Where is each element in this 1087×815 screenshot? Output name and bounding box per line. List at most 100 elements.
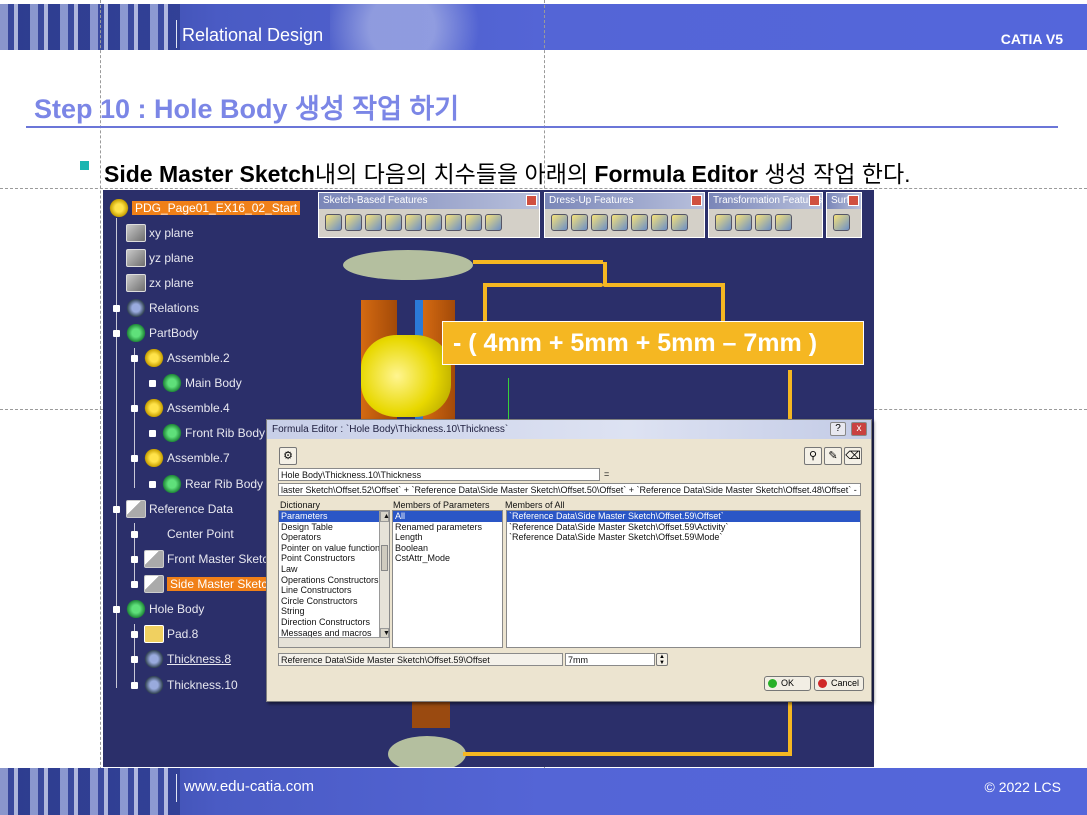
tree-item-zx-plane[interactable]: zx plane [126, 274, 194, 292]
scroll-up-icon[interactable]: ▲ [380, 511, 389, 522]
tree-item-center-point[interactable]: Center Point [144, 525, 234, 543]
mirror-icon[interactable] [735, 214, 752, 231]
pad-icon[interactable] [325, 214, 342, 231]
tree-item-assemble-2[interactable]: Assemble.2 [144, 349, 230, 367]
list-item[interactable]: Law [279, 564, 389, 575]
tree-item-thickness-8[interactable]: Thickness.8 [144, 650, 231, 668]
expand-icon[interactable] [131, 455, 138, 462]
thickness-icon[interactable] [631, 214, 648, 231]
tree-item-partbody[interactable]: PartBody [126, 324, 198, 342]
tree-item-yz-plane[interactable]: yz plane [126, 249, 194, 267]
expand-icon[interactable] [131, 656, 138, 663]
fillet-icon[interactable] [551, 214, 568, 231]
close-icon[interactable] [691, 195, 702, 206]
expand-icon[interactable] [131, 355, 138, 362]
list-item[interactable]: Renamed parameters [393, 522, 502, 533]
expand-icon[interactable] [131, 405, 138, 412]
shaft-icon[interactable] [365, 214, 382, 231]
list-item[interactable]: Design Table [279, 522, 389, 533]
tree-item-pad-8[interactable]: Pad.8 [144, 625, 198, 643]
list-item[interactable]: Line Constructors [279, 585, 389, 596]
members-all-list[interactable]: `Reference Data\Side Master Sketch\Offse… [506, 510, 861, 648]
remove-face-icon[interactable] [671, 214, 688, 231]
tree-root[interactable]: PDG_Page01_EX16_02_Start [109, 199, 301, 217]
expand-icon[interactable] [113, 330, 120, 337]
pocket-icon[interactable] [345, 214, 362, 231]
slot-icon[interactable] [425, 214, 442, 231]
close-icon[interactable] [809, 195, 820, 206]
list-item[interactable]: `Reference Data\Side Master Sketch\Offse… [507, 511, 860, 522]
scroll-thumb[interactable] [381, 545, 388, 571]
dictionary-scrollbar[interactable]: ▲ ▼ [379, 511, 389, 639]
tree-item-xy-plane[interactable]: xy plane [126, 224, 194, 242]
toolbar-surface[interactable]: Surf... [826, 192, 862, 238]
expand-icon[interactable] [131, 531, 138, 538]
list-item[interactable]: Operations Constructors [279, 575, 389, 586]
list-item[interactable]: Pointer on value function [279, 543, 389, 554]
expand-icon[interactable] [149, 380, 156, 387]
spinner-icon[interactable]: ▲ ▼ [656, 653, 668, 666]
list-item[interactable]: `Reference Data\Side Master Sketch\Offse… [507, 522, 860, 533]
toolbar-sketch-based[interactable]: Sketch-Based Features [318, 192, 540, 238]
orange-base[interactable] [412, 698, 450, 728]
tree-item-reference-data[interactable]: Reference Data [126, 500, 233, 518]
list-item[interactable]: Circle Constructors [279, 596, 389, 607]
expand-icon[interactable] [113, 506, 120, 513]
expand-icon[interactable] [149, 481, 156, 488]
scaling-icon[interactable] [775, 214, 792, 231]
tree-item-front-rib-body[interactable]: Front Rib Body [162, 424, 265, 442]
tree-item-side-master-sketch[interactable]: Side Master Sketch [144, 575, 278, 593]
close-icon[interactable] [526, 195, 537, 206]
expand-icon[interactable] [149, 430, 156, 437]
list-item[interactable]: `Reference Data\Side Master Sketch\Offse… [507, 532, 860, 543]
dictionary-hscrollbar[interactable] [279, 637, 389, 647]
members-params-list[interactable]: All Renamed parameters Length Boolean Cs… [392, 510, 503, 648]
rib-icon[interactable] [405, 214, 422, 231]
shell-icon[interactable] [611, 214, 628, 231]
chamfer-icon[interactable] [571, 214, 588, 231]
list-item[interactable]: Point Constructors [279, 553, 389, 564]
tree-item-assemble-7[interactable]: Assemble.7 [144, 449, 230, 467]
ok-button[interactable]: OK [764, 676, 811, 691]
selected-value-field[interactable]: 7mm [565, 653, 655, 666]
footer-url[interactable]: www.edu-catia.com [184, 778, 314, 795]
tree-item-rear-rib-body[interactable]: Rear Rib Body [162, 475, 263, 493]
list-item[interactable]: Boolean [393, 543, 502, 554]
remove-loft-icon[interactable] [485, 214, 502, 231]
expand-icon[interactable] [131, 682, 138, 689]
eraser-icon[interactable]: ⌫ [844, 447, 862, 465]
tree-item-thickness-10[interactable]: Thickness.10 [144, 676, 238, 694]
yellow-cylinder[interactable] [361, 335, 451, 417]
cancel-button[interactable]: Cancel [814, 676, 864, 691]
draft-icon[interactable] [591, 214, 608, 231]
formula-editor-dialog[interactable]: Formula Editor : `Hole Body\Thickness.10… [266, 419, 872, 702]
list-item[interactable]: Parameters [279, 511, 389, 522]
parameter-path-field[interactable]: Hole Body\Thickness.10\Thickness [278, 468, 600, 481]
toolbar-transformation[interactable]: Transformation Features [708, 192, 823, 238]
close-button[interactable]: x [851, 422, 867, 436]
incremental-icon[interactable]: ⚙ [279, 447, 297, 465]
thread-icon[interactable] [651, 214, 668, 231]
close-icon[interactable] [848, 195, 859, 206]
tree-item-hole-body[interactable]: Hole Body [126, 600, 204, 618]
help-button[interactable]: ? [830, 422, 846, 436]
list-item[interactable]: CstAttr_Mode [393, 553, 502, 564]
list-item[interactable]: String [279, 606, 389, 617]
dictionary-list[interactable]: Parameters Design Table Operators Pointe… [278, 510, 390, 648]
list-item[interactable]: Direction Constructors [279, 617, 389, 628]
toolbar-dress-up[interactable]: Dress-Up Features [544, 192, 705, 238]
formula-input[interactable]: laster Sketch\Offset.52\Offset` + `Refer… [278, 483, 861, 496]
split-icon[interactable] [833, 214, 850, 231]
translate-icon[interactable] [715, 214, 732, 231]
hole-icon[interactable] [385, 214, 402, 231]
list-item[interactable]: All [393, 511, 502, 522]
pattern-icon[interactable] [755, 214, 772, 231]
expand-icon[interactable] [131, 631, 138, 638]
tree-item-front-master-sketch[interactable]: Front Master Sketch [144, 550, 275, 568]
expand-icon[interactable] [113, 606, 120, 613]
tree-item-relations[interactable]: Relations [126, 299, 199, 317]
list-item[interactable]: Length [393, 532, 502, 543]
stiffener-icon[interactable] [445, 214, 462, 231]
list-item[interactable]: Operators [279, 532, 389, 543]
tree-item-main-body[interactable]: Main Body [162, 374, 242, 392]
